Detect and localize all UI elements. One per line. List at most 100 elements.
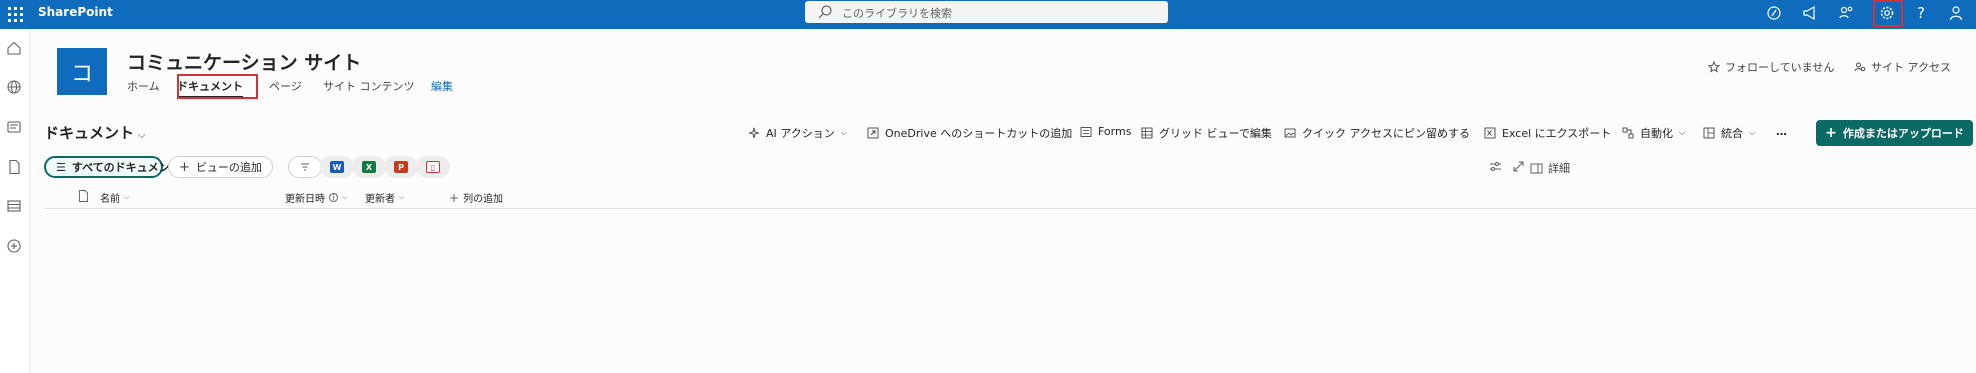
expand-icon[interactable] xyxy=(1512,160,1525,173)
nav-item-home[interactable]: ホーム xyxy=(127,78,160,94)
modified-by-column-label: 更新者 xyxy=(365,194,395,205)
search-placeholder: このライブラリを検索 xyxy=(842,7,952,20)
star-icon xyxy=(1708,61,1720,73)
pdf-filter-button[interactable]: ▯ xyxy=(416,156,450,178)
account-icon[interactable] xyxy=(1945,2,1967,24)
integrate-icon xyxy=(1703,127,1715,139)
forms-icon xyxy=(1080,126,1092,137)
view-all-documents[interactable]: ☰ すべてのドキュメント xyxy=(44,156,181,178)
nav-item-edit[interactable]: 編集 xyxy=(431,78,453,94)
forms-button[interactable]: Forms xyxy=(1080,125,1131,138)
help-icon[interactable]: ? xyxy=(1910,2,1932,24)
column-header-divider xyxy=(44,208,1976,209)
search-icon xyxy=(818,5,832,19)
filter-icon xyxy=(301,163,309,171)
file-type-icon xyxy=(79,190,88,202)
create-upload-button[interactable]: + 作成またはアップロード xyxy=(1816,120,1973,146)
news-icon[interactable] xyxy=(6,119,22,135)
info-icon: i xyxy=(329,193,338,202)
filter-button[interactable] xyxy=(288,156,322,178)
modified-column-label: 更新日時 xyxy=(285,194,325,205)
excel-icon: X xyxy=(362,161,376,173)
megaphone-icon[interactable] xyxy=(1799,2,1821,24)
grid-view-edit-button[interactable]: グリッド ビューで編集 xyxy=(1141,125,1272,141)
chevron-down-icon: ⌵ xyxy=(1679,128,1686,137)
export-excel-label: Excel にエクスポート xyxy=(1502,127,1612,140)
library-title-text: ドキュメント xyxy=(44,124,135,142)
sharepoint-brand[interactable]: SharePoint xyxy=(38,5,113,19)
follow-button[interactable]: フォローしていません xyxy=(1708,59,1834,75)
name-column-label: 名前 xyxy=(100,194,120,205)
globe-icon[interactable] xyxy=(6,79,22,95)
list-view-icon: ☰ xyxy=(56,160,66,174)
site-title: コミュニケーション サイト xyxy=(127,52,362,74)
pin-quick-access-label: クイック アクセスにピン留めする xyxy=(1302,127,1470,140)
onedrive-shortcut-label: OneDrive へのショートカットの追加 xyxy=(885,127,1073,140)
nav-item-site-contents[interactable]: サイト コンテンツ xyxy=(323,78,415,94)
onedrive-shortcut-button[interactable]: OneDrive へのショートカットの追加 xyxy=(867,125,1072,141)
search-box[interactable]: このライブラリを検索 xyxy=(805,1,1168,23)
add-column-label: 列の追加 xyxy=(463,194,504,205)
pdf-icon: ▯ xyxy=(426,161,440,173)
file-type-column-header[interactable] xyxy=(78,190,89,202)
forms-label: Forms xyxy=(1098,125,1132,138)
home-icon[interactable] xyxy=(6,40,22,56)
modified-column-header[interactable]: 更新日時 i ⌵ xyxy=(285,190,347,205)
info-pane-icon xyxy=(1530,163,1543,173)
more-actions-button[interactable]: … xyxy=(1776,125,1787,138)
create-upload-label: 作成またはアップロード xyxy=(1842,127,1964,140)
ai-actions-label: AI アクション xyxy=(766,127,835,140)
ai-actions-button[interactable]: AI アクション ⌵ xyxy=(748,125,847,141)
automate-label: 自動化 xyxy=(1640,127,1673,140)
excel-filter-button[interactable]: X xyxy=(352,156,386,178)
file-icon[interactable] xyxy=(6,159,22,175)
details-pane-button[interactable]: 詳細 xyxy=(1530,160,1570,176)
integrate-label: 統合 xyxy=(1721,127,1743,140)
automate-button[interactable]: 自動化 ⌵ xyxy=(1622,125,1685,141)
add-view-button[interactable]: + ビューの追加 xyxy=(168,156,273,178)
settings-highlight-box xyxy=(1873,0,1903,27)
share-people-icon[interactable] xyxy=(1835,2,1857,24)
modified-by-column-header[interactable]: 更新者 ⌵ xyxy=(365,190,404,205)
create-icon[interactable] xyxy=(6,238,22,254)
plus-icon: + xyxy=(449,190,460,205)
site-access-button[interactable]: サイト アクセス xyxy=(1854,59,1951,75)
nav-item-pages[interactable]: ページ xyxy=(269,78,302,94)
grid-icon xyxy=(1141,127,1153,139)
word-icon: W xyxy=(330,161,344,173)
copilot-icon[interactable] xyxy=(1763,2,1785,24)
documents-highlight-box xyxy=(177,74,258,99)
site-access-icon xyxy=(1854,62,1866,72)
sparkle-icon xyxy=(748,127,760,139)
suite-bar: SharePoint このライブラリを検索 ? xyxy=(0,0,1976,29)
pin-quick-access-button[interactable]: クイック アクセスにピン留めする xyxy=(1284,125,1470,141)
app-launcher-icon[interactable] xyxy=(5,4,25,24)
word-filter-button[interactable]: W xyxy=(320,156,354,178)
view-options-icon[interactable] xyxy=(1489,160,1502,173)
plus-icon: + xyxy=(179,159,190,175)
add-view-label: ビューの追加 xyxy=(195,161,262,174)
chevron-down-icon: ⌵ xyxy=(342,193,348,201)
site-access-label: サイト アクセス xyxy=(1871,61,1951,74)
chevron-down-icon: ⌵ xyxy=(124,193,130,201)
chevron-down-icon: ⌵ xyxy=(840,128,847,137)
name-column-header[interactable]: 名前 ⌵ xyxy=(100,190,129,205)
list-icon[interactable] xyxy=(6,198,22,214)
export-excel-button[interactable]: Excel にエクスポート xyxy=(1484,125,1611,141)
grid-view-edit-label: グリッド ビューで編集 xyxy=(1159,127,1272,140)
site-logo[interactable]: コ xyxy=(57,48,107,95)
automate-icon xyxy=(1622,127,1634,139)
powerpoint-filter-button[interactable]: P xyxy=(384,156,418,178)
view-all-documents-label: すべてのドキュメント xyxy=(71,161,181,174)
powerpoint-icon: P xyxy=(394,161,408,173)
chevron-down-icon: ⌵ xyxy=(399,193,405,201)
image-pin-icon xyxy=(1284,128,1296,138)
plus-icon: + xyxy=(1825,125,1837,141)
main-content: コ コミュニケーション サイト ホーム ドキュメント ページ サイト コンテンツ… xyxy=(31,29,1976,373)
add-column-button[interactable]: + 列の追加 xyxy=(449,190,504,206)
chevron-down-icon: ⌵ xyxy=(1749,128,1756,137)
follow-label: フォローしていません xyxy=(1725,61,1835,74)
library-title[interactable]: ドキュメント ⌵ xyxy=(44,122,146,143)
shortcut-icon xyxy=(867,127,879,139)
integrate-button[interactable]: 統合 ⌵ xyxy=(1703,125,1755,141)
